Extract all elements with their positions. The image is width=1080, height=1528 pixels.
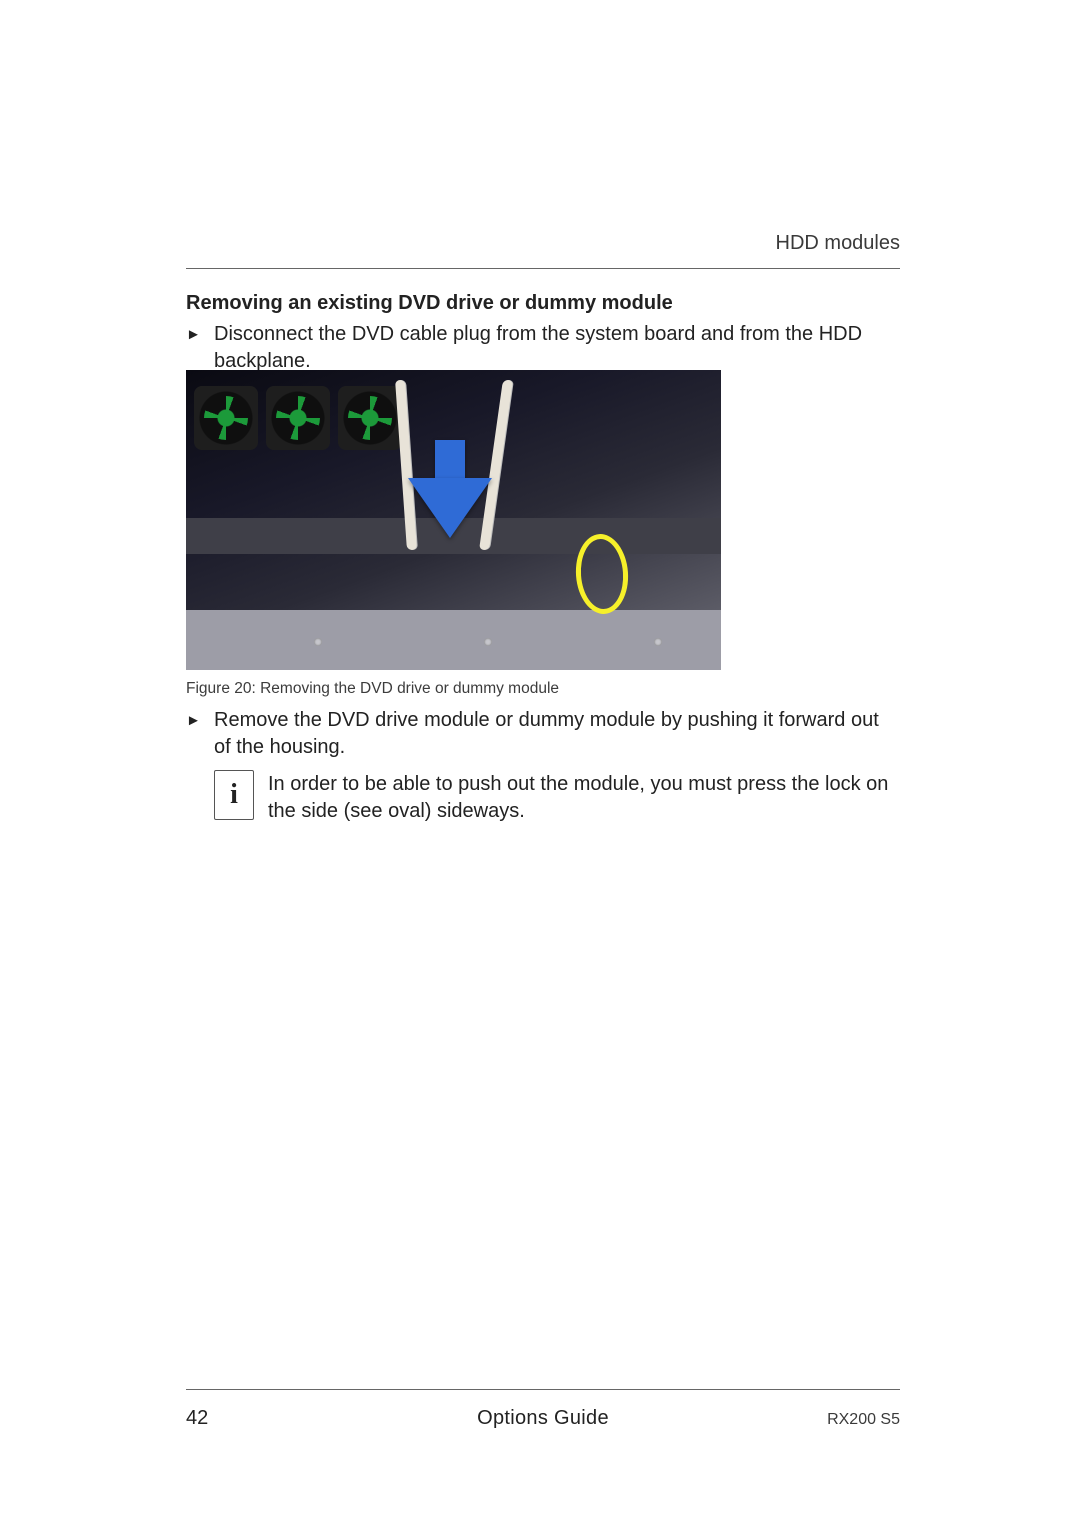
info-note: i In order to be able to push out the mo… — [214, 770, 900, 825]
fan-icon — [266, 386, 330, 450]
info-text: In order to be able to push out the modu… — [268, 770, 900, 825]
header-rule — [186, 268, 900, 269]
arrow-down-icon — [408, 478, 492, 538]
screw-icon — [484, 638, 492, 646]
screw-icon — [314, 638, 322, 646]
section-heading: Removing an existing DVD drive or dummy … — [186, 292, 900, 315]
step-bullet-icon: ► — [186, 321, 214, 375]
fan-icon — [338, 386, 402, 450]
running-header: HDD modules — [776, 232, 900, 255]
page-footer: 42 Options Guide RX200 S5 — [186, 1407, 900, 1430]
procedure-step-2: ► Remove the DVD drive module or dummy m… — [186, 707, 900, 761]
fan-icon — [194, 386, 258, 450]
procedure-step-1: ► Disconnect the DVD cable plug from the… — [186, 321, 900, 375]
footer-rule — [186, 1389, 900, 1390]
figure-image — [186, 370, 721, 670]
step-text: Remove the DVD drive module or dummy mod… — [214, 707, 900, 761]
step-bullet-icon: ► — [186, 707, 214, 761]
info-icon: i — [214, 770, 254, 820]
step-text: Disconnect the DVD cable plug from the s… — [214, 321, 900, 375]
footer-title: Options Guide — [186, 1407, 900, 1430]
screw-icon — [654, 638, 662, 646]
document-page: HDD modules Removing an existing DVD dri… — [0, 0, 1080, 1528]
figure-caption: Figure 20: Removing the DVD drive or dum… — [186, 680, 559, 698]
